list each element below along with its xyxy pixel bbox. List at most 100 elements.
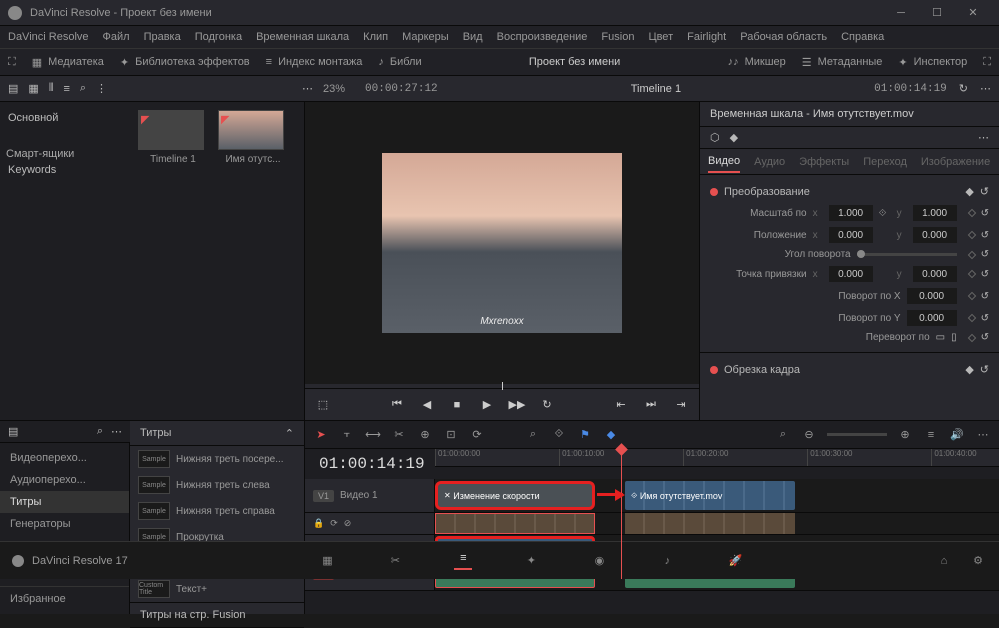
title-item-1[interactable]: SampleНижняя треть слева [130, 472, 304, 498]
transform-kf-icon[interactable]: ◆ [965, 185, 973, 198]
crop-reset-icon[interactable]: ↺ [980, 363, 989, 376]
tab-video[interactable]: Видео [708, 151, 740, 173]
bin-keywords[interactable]: Keywords [6, 160, 124, 180]
roty-input[interactable] [907, 310, 957, 326]
clip-video-2[interactable]: ⟐ Имя отутствует.mov [625, 481, 795, 510]
minimize-button[interactable]: ─ [883, 3, 919, 23]
clip-thumbs-2[interactable] [625, 513, 795, 534]
menu-help[interactable]: Справка [841, 31, 884, 43]
anchor-reset-icon[interactable]: ↺ [981, 269, 989, 280]
tl-zoom-in-icon[interactable]: ⊕ [897, 427, 913, 443]
tl-zoom-slider[interactable] [827, 433, 887, 436]
roty-reset-icon[interactable]: ↺ [981, 313, 989, 324]
title-item-2[interactable]: SampleНижняя треть справа [130, 498, 304, 524]
playhead[interactable] [621, 449, 622, 579]
flip-reset-icon[interactable]: ↺ [981, 332, 989, 343]
pool-strip-icon[interactable]: ⫴ [49, 82, 54, 95]
menu-file[interactable]: Файл [103, 31, 130, 43]
flip-h-icon[interactable]: ▭ [936, 332, 945, 343]
tab-effects[interactable]: Эффекты [799, 152, 849, 172]
viewer-scrubber[interactable] [502, 382, 503, 390]
angle-kf-icon[interactable] [967, 250, 975, 258]
first-frame-button[interactable]: ⏮ [389, 397, 405, 413]
timeline-ruler[interactable]: 01:00:00:00 01:00:10:00 01:00:20:00 01:0… [435, 449, 999, 467]
insp-keyframe-icon[interactable]: ◆ [730, 131, 738, 144]
menu-workspace[interactable]: Рабочая область [740, 31, 827, 43]
soundlib-toggle[interactable]: ♪ Библи [378, 56, 421, 68]
tool-replace[interactable]: ⟳ [469, 427, 485, 443]
clip-speed-change[interactable]: ✕ Изменение скорости [435, 481, 595, 510]
mixer-toggle[interactable]: ♪♪ Микшер [728, 56, 786, 68]
crop-kf-icon[interactable]: ◆ [965, 363, 973, 376]
frame-icon[interactable]: ⬚ [315, 397, 331, 413]
tool-insert[interactable]: ⊕ [417, 427, 433, 443]
tool-blade[interactable]: ✂ [391, 427, 407, 443]
title-item-5[interactable]: Custom TitleТекст+ [130, 576, 304, 602]
v1-lock-icon[interactable]: 🔒 [313, 518, 324, 529]
tool-snap[interactable]: ⌕ [525, 427, 541, 443]
anchor-kf-icon[interactable] [967, 270, 975, 278]
metadata-toggle[interactable]: ☰ Метаданные [802, 56, 883, 69]
menu-resolve[interactable]: DaVinci Resolve [8, 31, 89, 43]
menu-clip[interactable]: Клип [363, 31, 388, 43]
menu-view[interactable]: Вид [463, 31, 483, 43]
pos-kf-icon[interactable] [967, 231, 975, 239]
flip-kf-icon[interactable] [967, 333, 975, 341]
page-media[interactable]: ▦ [318, 552, 336, 570]
menu-trim[interactable]: Подгонка [195, 31, 242, 43]
v1-badge[interactable]: V1 [313, 490, 334, 502]
last-frame-button[interactable]: ⏭ [643, 397, 659, 413]
pool-thumb-icon[interactable]: ▦ [28, 82, 38, 95]
menu-timeline[interactable]: Временная шкала [256, 31, 349, 43]
insp-more-icon[interactable]: ⋯ [978, 131, 989, 144]
viewer-more-icon[interactable]: ⋯ [980, 82, 991, 95]
tl-view-options-icon[interactable]: ≡ [923, 427, 939, 443]
page-edit[interactable]: ≡ [454, 552, 472, 570]
viewer-loop-icon[interactable]: ↻ [959, 82, 968, 95]
roty-kf-icon[interactable] [967, 314, 975, 322]
tool-link[interactable]: ⟐ [551, 427, 567, 443]
viewer-display[interactable]: Mxrenoxx [305, 102, 699, 384]
title-item-0[interactable]: SampleНижняя треть посере... [130, 446, 304, 472]
stop-button[interactable]: ■ [449, 397, 465, 413]
inspector-toggle[interactable]: ✦ Инспектор [898, 56, 967, 69]
menu-fairlight[interactable]: Fairlight [687, 31, 726, 43]
settings-icon[interactable]: ⚙ [969, 552, 987, 570]
scale-kf-icon[interactable] [967, 209, 975, 217]
mark-out-button[interactable]: ⇥ [673, 397, 689, 413]
prev-frame-button[interactable]: ◀ [419, 397, 435, 413]
pool-search-icon[interactable]: ⌕ [80, 82, 86, 95]
menu-markers[interactable]: Маркеры [402, 31, 449, 43]
insp-node-icon[interactable]: ⬡ [710, 131, 720, 144]
scale-x-input[interactable] [829, 205, 873, 221]
mediapool-toggle[interactable]: ▦ Медиатека [32, 56, 104, 69]
tl-more-icon[interactable]: ⋯ [975, 427, 991, 443]
viewer-timeline-name[interactable]: Timeline 1 [438, 83, 875, 95]
tool-marker[interactable]: ◆ [603, 427, 619, 443]
viewer-zoom[interactable]: 23% [323, 83, 345, 95]
page-cut[interactable]: ✂ [386, 552, 404, 570]
cat-audiotrans[interactable]: Аудиоперехо... [0, 469, 129, 491]
pos-x-input[interactable] [829, 227, 873, 243]
anchor-x-input[interactable] [829, 266, 873, 282]
menu-edit[interactable]: Правка [144, 31, 181, 43]
v1-auto-icon[interactable]: ⟳ [330, 518, 338, 529]
cat-titles[interactable]: Титры [0, 491, 129, 513]
cat-favorites[interactable]: Избранное [0, 586, 129, 610]
tab-transition[interactable]: Переход [863, 152, 907, 172]
bin-primary[interactable]: Основной [6, 108, 124, 128]
toggle-fullscreen[interactable]: ⛶ [8, 56, 16, 69]
maximize-button[interactable]: ☐ [919, 3, 955, 23]
tl-search-icon[interactable]: ⌕ [775, 427, 791, 443]
clip-thumbs-1[interactable] [435, 513, 595, 534]
tool-flag[interactable]: ⚑ [577, 427, 593, 443]
fxlib-toggle[interactable]: ✦ Библиотека эффектов [120, 56, 250, 69]
tool-trim[interactable]: ⫟ [339, 427, 355, 443]
angle-reset-icon[interactable]: ↺ [981, 249, 989, 260]
close-button[interactable]: ✕ [955, 3, 991, 23]
page-fairlight[interactable]: ♪ [658, 552, 676, 570]
play-button[interactable]: ▶ [479, 397, 495, 413]
anchor-y-input[interactable] [913, 266, 957, 282]
editindex-toggle[interactable]: ≡ Индекс монтажа [266, 56, 363, 68]
fx-panel-icon[interactable]: ▤ [8, 425, 18, 438]
